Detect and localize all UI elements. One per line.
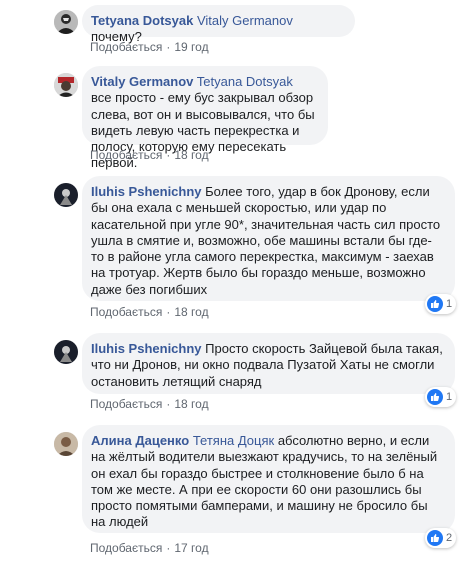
comment-actions: Подобається · 17 год [90,540,209,556]
comment-bubble: Iluhis Pshenichny Просто скорость Зайцев… [82,333,455,394]
like-icon [427,296,443,312]
comment-author[interactable]: Iluhis Pshenichny [91,341,202,356]
comment-time[interactable]: 18 год [174,305,208,319]
comment-author[interactable]: Алина Даценко [91,433,189,448]
comment-mention[interactable]: Tetyana Dotsyak [197,74,293,89]
avatar-image [54,10,78,34]
avatar[interactable] [54,183,78,207]
comment-author[interactable]: Vitaly Germanov [91,74,193,89]
avatar-image [54,432,78,456]
like-link[interactable]: Подобається [90,305,162,319]
reaction-summary[interactable]: 2 [425,528,457,548]
avatar-image [54,340,78,364]
comment-text: Более того, удар в бок Дронову, если бы … [91,184,441,297]
comment-bubble: Vitaly Germanov Tetyana Dotsyak все прос… [82,66,328,170]
like-link[interactable]: Подобається [90,40,162,54]
comment-mention[interactable]: Тетяна Доцяк [193,433,274,448]
separator-dot: · [166,541,171,555]
separator-dot: · [166,148,171,162]
reaction-count: 1 [446,391,453,403]
avatar[interactable] [54,340,78,364]
comment-author[interactable]: Iluhis Pshenichny [91,184,202,199]
comment-time[interactable]: 18 год [174,148,208,162]
comment-author[interactable]: Tetyana Dotsyak [91,13,193,28]
comment-time[interactable]: 18 год [174,397,208,411]
comment-actions: Подобається · 18 год [90,147,209,163]
comment-actions: Подобається · 18 год [90,396,209,412]
like-link[interactable]: Подобається [90,397,162,411]
avatar[interactable] [54,10,78,34]
comment-actions: Подобається · 18 год [90,304,209,320]
avatar-image [54,183,78,207]
like-link[interactable]: Подобається [90,148,162,162]
like-icon [427,530,443,546]
reaction-count: 2 [446,532,453,544]
reaction-summary[interactable]: 1 [425,294,457,314]
comment-bubble: Iluhis Pshenichny Более того, удар в бок… [82,176,455,301]
like-icon [427,389,443,405]
comment-time[interactable]: 19 год [174,40,208,54]
avatar[interactable] [54,73,78,97]
separator-dot: · [166,397,171,411]
reaction-summary[interactable]: 1 [425,387,457,407]
avatar-image [54,73,78,97]
reaction-count: 1 [446,298,453,310]
separator-dot: · [166,305,171,319]
comment-mention[interactable]: Vitaly Germanov [197,13,293,28]
comment-actions: Подобається · 19 год [90,39,209,55]
comment-bubble: Tetyana Dotsyak Vitaly Germanov почему? [82,5,355,44]
like-link[interactable]: Подобається [90,541,162,555]
comment-bubble: Алина Даценко Тетяна Доцяк абсолютно вер… [82,425,455,533]
avatar[interactable] [54,432,78,456]
comment-time[interactable]: 17 год [174,541,208,555]
separator-dot: · [166,40,171,54]
